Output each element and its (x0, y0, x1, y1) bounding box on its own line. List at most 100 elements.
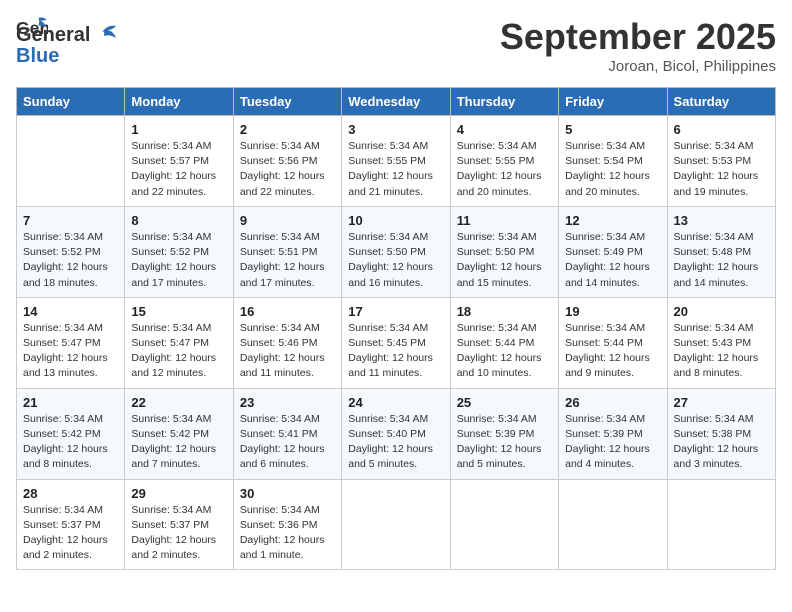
day-number: 11 (457, 213, 552, 228)
day-number: 20 (674, 304, 769, 319)
day-number: 27 (674, 395, 769, 410)
day-header-thursday: Thursday (450, 88, 558, 116)
day-info: Sunrise: 5:34 AMSunset: 5:48 PMDaylight:… (674, 230, 769, 291)
day-number: 25 (457, 395, 552, 410)
day-number: 6 (674, 122, 769, 137)
calendar-cell: 15Sunrise: 5:34 AMSunset: 5:47 PMDayligh… (125, 297, 233, 388)
location-subtitle: Joroan, Bicol, Philippines (500, 58, 776, 75)
calendar-cell: 24 Sunrise: 5:34 AMSunset: 5:40 PMDayligh… (342, 388, 450, 479)
calendar-cell (450, 479, 558, 570)
day-header-saturday: Saturday (667, 88, 775, 116)
day-header-monday: Monday (125, 88, 233, 116)
day-number: 10 (348, 213, 443, 228)
calendar-cell: 27 Sunrise: 5:34 AMSunset: 5:38 PMDayligh… (667, 388, 775, 479)
day-info: Sunrise: 5:34 AMSunset: 5:57 PMDaylight:… (131, 139, 226, 200)
calendar-cell: 9Sunrise: 5:34 AMSunset: 5:51 PMDaylight… (233, 206, 341, 297)
day-info: Sunrise: 5:34 AMSunset: 5:40 PMDaylight:… (348, 412, 443, 473)
calendar-cell: 16Sunrise: 5:34 AMSunset: 5:46 PMDayligh… (233, 297, 341, 388)
calendar-cell (667, 479, 775, 570)
day-info: Sunrise: 5:34 AMSunset: 5:36 PMDaylight:… (240, 503, 335, 564)
day-info: Sunrise: 5:34 AMSunset: 5:47 PMDaylight:… (23, 321, 118, 382)
days-header-row: SundayMondayTuesdayWednesdayThursdayFrid… (17, 88, 776, 116)
day-header-friday: Friday (559, 88, 667, 116)
week-row-4: 21 Sunrise: 5:34 AMSunset: 5:42 PMDayligh… (17, 388, 776, 479)
calendar-cell: 7 Sunrise: 5:34 AMSunset: 5:52 PMDaylight… (17, 206, 125, 297)
calendar-cell (342, 479, 450, 570)
day-info: Sunrise: 5:34 AMSunset: 5:43 PMDaylight:… (674, 321, 769, 382)
week-row-1: 1 Sunrise: 5:34 AMSunset: 5:57 PMDaylight… (17, 116, 776, 207)
week-row-3: 14 Sunrise: 5:34 AMSunset: 5:47 PMDayligh… (17, 297, 776, 388)
week-row-2: 7 Sunrise: 5:34 AMSunset: 5:52 PMDaylight… (17, 206, 776, 297)
calendar-cell: 12 Sunrise: 5:34 AMSunset: 5:49 PMDayligh… (559, 206, 667, 297)
day-info: Sunrise: 5:34 AMSunset: 5:50 PMDaylight:… (348, 230, 443, 291)
day-header-tuesday: Tuesday (233, 88, 341, 116)
day-info: Sunrise: 5:34 AMSunset: 5:44 PMDaylight:… (565, 321, 660, 382)
day-info: Sunrise: 5:34 AMSunset: 5:51 PMDaylight:… (240, 230, 335, 291)
day-info: Sunrise: 5:34 AMSunset: 5:45 PMDaylight:… (348, 321, 443, 382)
calendar-cell: 29Sunrise: 5:34 AMSunset: 5:37 PMDayligh… (125, 479, 233, 570)
calendar-cell: 20 Sunrise: 5:34 AMSunset: 5:43 PMDayligh… (667, 297, 775, 388)
day-number: 5 (565, 122, 660, 137)
day-number: 17 (348, 304, 443, 319)
calendar-cell: 19 Sunrise: 5:34 AMSunset: 5:44 PMDayligh… (559, 297, 667, 388)
day-info: Sunrise: 5:34 AMSunset: 5:46 PMDaylight:… (240, 321, 335, 382)
day-info: Sunrise: 5:34 AMSunset: 5:37 PMDaylight:… (131, 503, 226, 564)
calendar-cell: 6 Sunrise: 5:34 AMSunset: 5:53 PMDaylight… (667, 116, 775, 207)
day-number: 1 (131, 122, 226, 137)
day-info: Sunrise: 5:34 AMSunset: 5:42 PMDaylight:… (131, 412, 226, 473)
calendar-cell: 30 Sunrise: 5:34 AMSunset: 5:36 PMDayligh… (233, 479, 341, 570)
calendar-cell (17, 116, 125, 207)
calendar-cell: 4Sunrise: 5:34 AMSunset: 5:55 PMDaylight… (450, 116, 558, 207)
calendar-cell: 18Sunrise: 5:34 AMSunset: 5:44 PMDayligh… (450, 297, 558, 388)
calendar-cell: 25 Sunrise: 5:34 AMSunset: 5:39 PMDayligh… (450, 388, 558, 479)
day-number: 7 (23, 213, 118, 228)
day-info: Sunrise: 5:34 AMSunset: 5:49 PMDaylight:… (565, 230, 660, 291)
calendar-cell: 2 Sunrise: 5:34 AMSunset: 5:56 PMDaylight… (233, 116, 341, 207)
calendar-cell: 5Sunrise: 5:34 AMSunset: 5:54 PMDaylight… (559, 116, 667, 207)
day-number: 12 (565, 213, 660, 228)
day-info: Sunrise: 5:34 AMSunset: 5:38 PMDaylight:… (674, 412, 769, 473)
day-number: 8 (131, 213, 226, 228)
day-number: 21 (23, 395, 118, 410)
logo-blue: Blue (16, 45, 59, 67)
day-info: Sunrise: 5:34 AMSunset: 5:53 PMDaylight:… (674, 139, 769, 200)
day-number: 24 (348, 395, 443, 410)
day-info: Sunrise: 5:34 AMSunset: 5:52 PMDaylight:… (23, 230, 118, 291)
day-number: 15 (131, 304, 226, 319)
day-number: 3 (348, 122, 443, 137)
month-title: September 2025 (500, 16, 776, 58)
calendar-cell: 13 Sunrise: 5:34 AMSunset: 5:48 PMDayligh… (667, 206, 775, 297)
calendar-cell: 10 Sunrise: 5:34 AMSunset: 5:50 PMDayligh… (342, 206, 450, 297)
day-number: 30 (240, 486, 335, 501)
calendar-cell (559, 479, 667, 570)
calendar-table: SundayMondayTuesdayWednesdayThursdayFrid… (16, 87, 776, 570)
day-info: Sunrise: 5:34 AMSunset: 5:55 PMDaylight:… (348, 139, 443, 200)
day-info: Sunrise: 5:34 AMSunset: 5:42 PMDaylight:… (23, 412, 118, 473)
calendar-cell: 21 Sunrise: 5:34 AMSunset: 5:42 PMDayligh… (17, 388, 125, 479)
day-info: Sunrise: 5:34 AMSunset: 5:56 PMDaylight:… (240, 139, 335, 200)
day-number: 22 (131, 395, 226, 410)
day-number: 14 (23, 304, 118, 319)
calendar-cell: 14 Sunrise: 5:34 AMSunset: 5:47 PMDayligh… (17, 297, 125, 388)
calendar-cell: 28Sunrise: 5:34 AMSunset: 5:37 PMDayligh… (17, 479, 125, 570)
day-number: 13 (674, 213, 769, 228)
day-info: Sunrise: 5:34 AMSunset: 5:39 PMDaylight:… (457, 412, 552, 473)
day-info: Sunrise: 5:34 AMSunset: 5:37 PMDaylight:… (23, 503, 118, 564)
logo-general: General (16, 24, 90, 47)
calendar-cell: 3 Sunrise: 5:34 AMSunset: 5:55 PMDaylight… (342, 116, 450, 207)
calendar-cell: 11 Sunrise: 5:34 AMSunset: 5:50 PMDayligh… (450, 206, 558, 297)
calendar-cell: 22 Sunrise: 5:34 AMSunset: 5:42 PMDayligh… (125, 388, 233, 479)
calendar-cell: 1 Sunrise: 5:34 AMSunset: 5:57 PMDaylight… (125, 116, 233, 207)
day-number: 19 (565, 304, 660, 319)
day-info: Sunrise: 5:34 AMSunset: 5:50 PMDaylight:… (457, 230, 552, 291)
calendar-cell: 8 Sunrise: 5:34 AMSunset: 5:52 PMDaylight… (125, 206, 233, 297)
day-number: 23 (240, 395, 335, 410)
calendar-cell: 17 Sunrise: 5:34 AMSunset: 5:45 PMDayligh… (342, 297, 450, 388)
day-header-wednesday: Wednesday (342, 88, 450, 116)
title-section: September 2025 Joroan, Bicol, Philippine… (500, 16, 776, 75)
week-row-5: 28Sunrise: 5:34 AMSunset: 5:37 PMDayligh… (17, 479, 776, 570)
day-info: Sunrise: 5:34 AMSunset: 5:52 PMDaylight:… (131, 230, 226, 291)
day-number: 4 (457, 122, 552, 137)
day-number: 2 (240, 122, 335, 137)
day-info: Sunrise: 5:34 AMSunset: 5:39 PMDaylight:… (565, 412, 660, 473)
